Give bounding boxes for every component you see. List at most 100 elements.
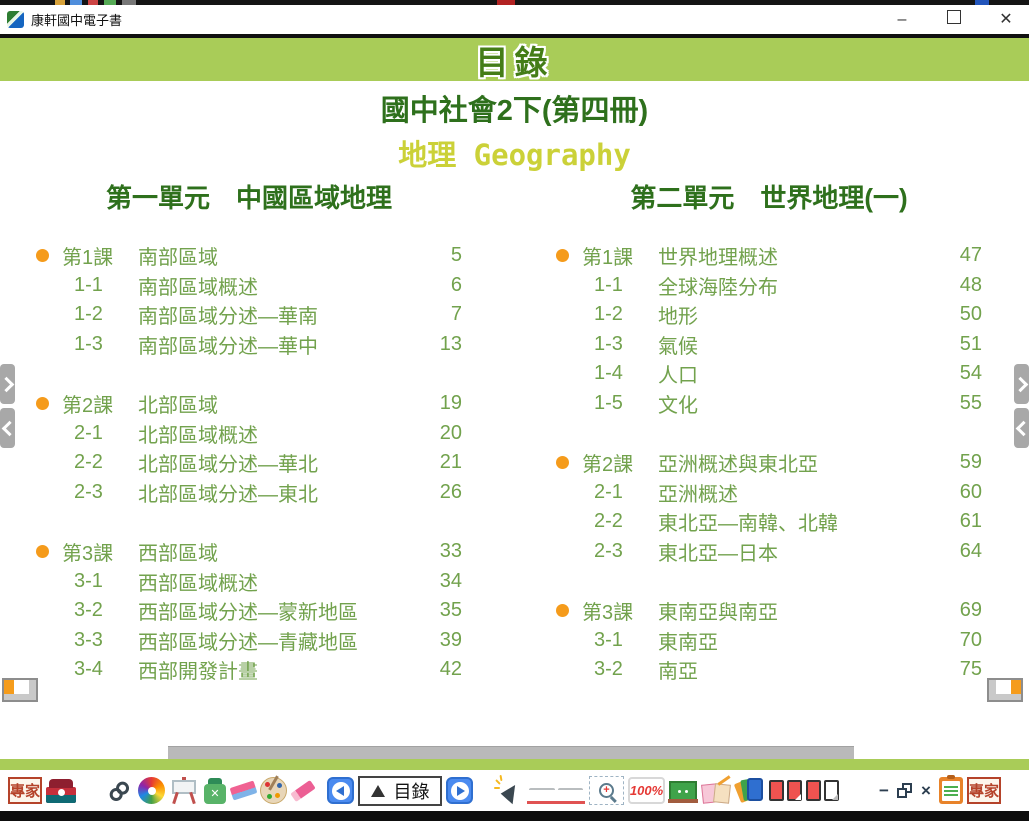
zoom-select-icon[interactable]: + (589, 776, 624, 805)
easel-icon[interactable] (169, 777, 199, 804)
toolbar-restore-button[interactable] (897, 783, 913, 799)
entry-title: 南亞 (658, 655, 932, 684)
entry-title: 西部區域分述—青藏地區 (138, 626, 412, 655)
toc-entry[interactable]: 2-2東北亞—南韓、北韓61 (556, 507, 982, 537)
bottom-green-strip (0, 759, 1029, 770)
minimize-button[interactable]: – (891, 5, 913, 34)
chalkboard-icon[interactable] (669, 781, 697, 801)
bottom-black-strip (0, 811, 1029, 821)
toc-entry[interactable]: 2-3北部區域分述—東北26 (36, 478, 462, 508)
maximize-button[interactable] (943, 5, 965, 34)
maximize-icon (947, 10, 961, 24)
page-label-box[interactable]: 目錄 (358, 776, 442, 806)
two-page-view-icon[interactable] (769, 780, 802, 801)
toolbox-icon[interactable] (46, 779, 76, 803)
close-button[interactable]: ✕ (995, 5, 1017, 34)
toc-entry[interactable]: 3-3西部區域分述—青藏地區39 (36, 626, 462, 656)
notes-clipboard-icon[interactable] (939, 777, 963, 804)
expert-mode-button[interactable]: 專家 (967, 777, 1001, 804)
toc-entry[interactable]: 1-1全球海陸分布48 (556, 271, 982, 301)
horizontal-scrollbar[interactable] (168, 746, 854, 760)
toc-entry[interactable]: 2-1北部區域概述20 (36, 419, 462, 449)
palette-icon[interactable] (260, 777, 287, 804)
workbook-page (713, 783, 731, 804)
highlighter-icon[interactable] (290, 780, 315, 802)
entry-page: 64 (932, 540, 982, 563)
entry-page: 35 (412, 599, 462, 622)
one-page-view-icon[interactable] (806, 780, 839, 801)
toc-entry[interactable]: 第3課西部區域33 (36, 537, 462, 567)
toc-entry[interactable]: 2-1亞洲概述60 (556, 478, 982, 508)
toc-entry[interactable]: 3-2西部區域分述—蒙新地區35 (36, 596, 462, 626)
restore-front-square (897, 788, 907, 798)
device-books-icon[interactable] (735, 777, 765, 805)
link-icon[interactable] (99, 771, 139, 811)
nav-forward-button[interactable] (0, 364, 15, 404)
robot-trash-icon[interactable]: ✕ (203, 778, 227, 804)
flower-colors-icon[interactable] (138, 777, 165, 804)
toc-entry[interactable]: 第2課北部區域19 (36, 389, 462, 419)
toolbar-minimize-button[interactable]: − (875, 781, 893, 801)
toc-entry[interactable]: 3-4西部開發計畫42 (36, 655, 462, 685)
entry-number: 3-2 (582, 658, 658, 681)
page-fold (795, 794, 801, 800)
page-corner-flip-right[interactable] (987, 678, 1023, 702)
nav-back-button[interactable] (1014, 408, 1029, 448)
entry-title: 西部區域分述—蒙新地區 (138, 596, 412, 625)
entry-page: 13 (412, 333, 462, 356)
spark (499, 774, 502, 780)
eraser-icon[interactable] (230, 780, 258, 800)
paint-dot (277, 783, 282, 788)
bullet-icon (556, 604, 582, 617)
toc-entry[interactable]: 第1課世界地理概述47 (556, 241, 982, 271)
bullet-icon (36, 249, 62, 262)
bullet-icon (36, 545, 62, 558)
entry-number: 2-3 (582, 540, 658, 563)
entry-title: 東北亞—南韓、北韓 (658, 507, 932, 536)
zoom-level-indicator[interactable]: 100% (628, 777, 665, 804)
toc-entry[interactable]: 3-1東南亞70 (556, 626, 982, 656)
toc-entry[interactable]: 1-3南部區域分述—華中13 (36, 330, 462, 360)
unit-title: 第一單元 中國區域地理 (36, 178, 462, 215)
nav-back-button[interactable] (0, 408, 15, 448)
cursor-icon[interactable] (495, 777, 523, 805)
next-page-button[interactable] (446, 777, 473, 804)
title-bar: 康軒國中電子書 – ✕ (0, 5, 1029, 34)
toc-entry[interactable]: 3-1西部區域概述34 (36, 567, 462, 597)
entry-page: 5 (412, 244, 462, 267)
toc-entry[interactable]: 1-2地形50 (556, 300, 982, 330)
toc-entry[interactable]: 3-2南亞75 (556, 655, 982, 685)
toolbar-close-button[interactable]: × (917, 781, 935, 801)
toc-entry[interactable]: 1-4人口54 (556, 359, 982, 389)
nav-forward-button[interactable] (1014, 364, 1029, 404)
toc-entry[interactable]: 1-3氣候51 (556, 330, 982, 360)
toc-entry[interactable]: 1-5文化55 (556, 389, 982, 419)
toc-entry[interactable]: 1-2南部區域分述—華南7 (36, 300, 462, 330)
toc-entry[interactable]: 第1課南部區域5 (36, 241, 462, 271)
toc-column-1: 第一單元 中國區域地理 第1課南部區域51-1南部區域概述61-2南部區域分述—… (36, 178, 462, 685)
open-book-spread-icon[interactable] (527, 777, 585, 804)
prev-page-button[interactable] (327, 777, 354, 804)
entry-number: 1-3 (62, 333, 138, 356)
toc-entry[interactable]: 第3課東南亞與南亞69 (556, 596, 982, 626)
entry-title: 人口 (658, 359, 932, 388)
workbook-pencil-icon[interactable] (701, 779, 731, 803)
toc-entry[interactable]: 2-2北部區域分述—華北21 (36, 448, 462, 478)
entry-page: 6 (412, 274, 462, 297)
entry-page: 48 (932, 274, 982, 297)
entry-number: 2-2 (62, 451, 138, 474)
robot-body: ✕ (204, 784, 226, 804)
toc-entries: 第1課世界地理概述471-1全球海陸分布481-2地形501-3氣候511-4人… (556, 241, 982, 685)
entry-number: 2-1 (582, 481, 658, 504)
right-edge-nav (1014, 364, 1029, 448)
flip-bar (4, 694, 36, 700)
toc-entry[interactable]: 1-1南部區域概述6 (36, 271, 462, 301)
toc-entry[interactable]: 2-3東北亞—日本64 (556, 537, 982, 567)
entry-title: 東南亞 (658, 626, 932, 655)
expert-mode-button[interactable]: 專家 (8, 777, 42, 804)
toc-entry[interactable]: 第2課亞洲概述與東北亞59 (556, 448, 982, 478)
toc-entries: 第1課南部區域51-1南部區域概述61-2南部區域分述—華南71-3南部區域分述… (36, 241, 462, 685)
entry-number: 1-2 (62, 303, 138, 326)
page-corner-flip-left[interactable] (2, 678, 38, 702)
entry-page: 26 (412, 481, 462, 504)
